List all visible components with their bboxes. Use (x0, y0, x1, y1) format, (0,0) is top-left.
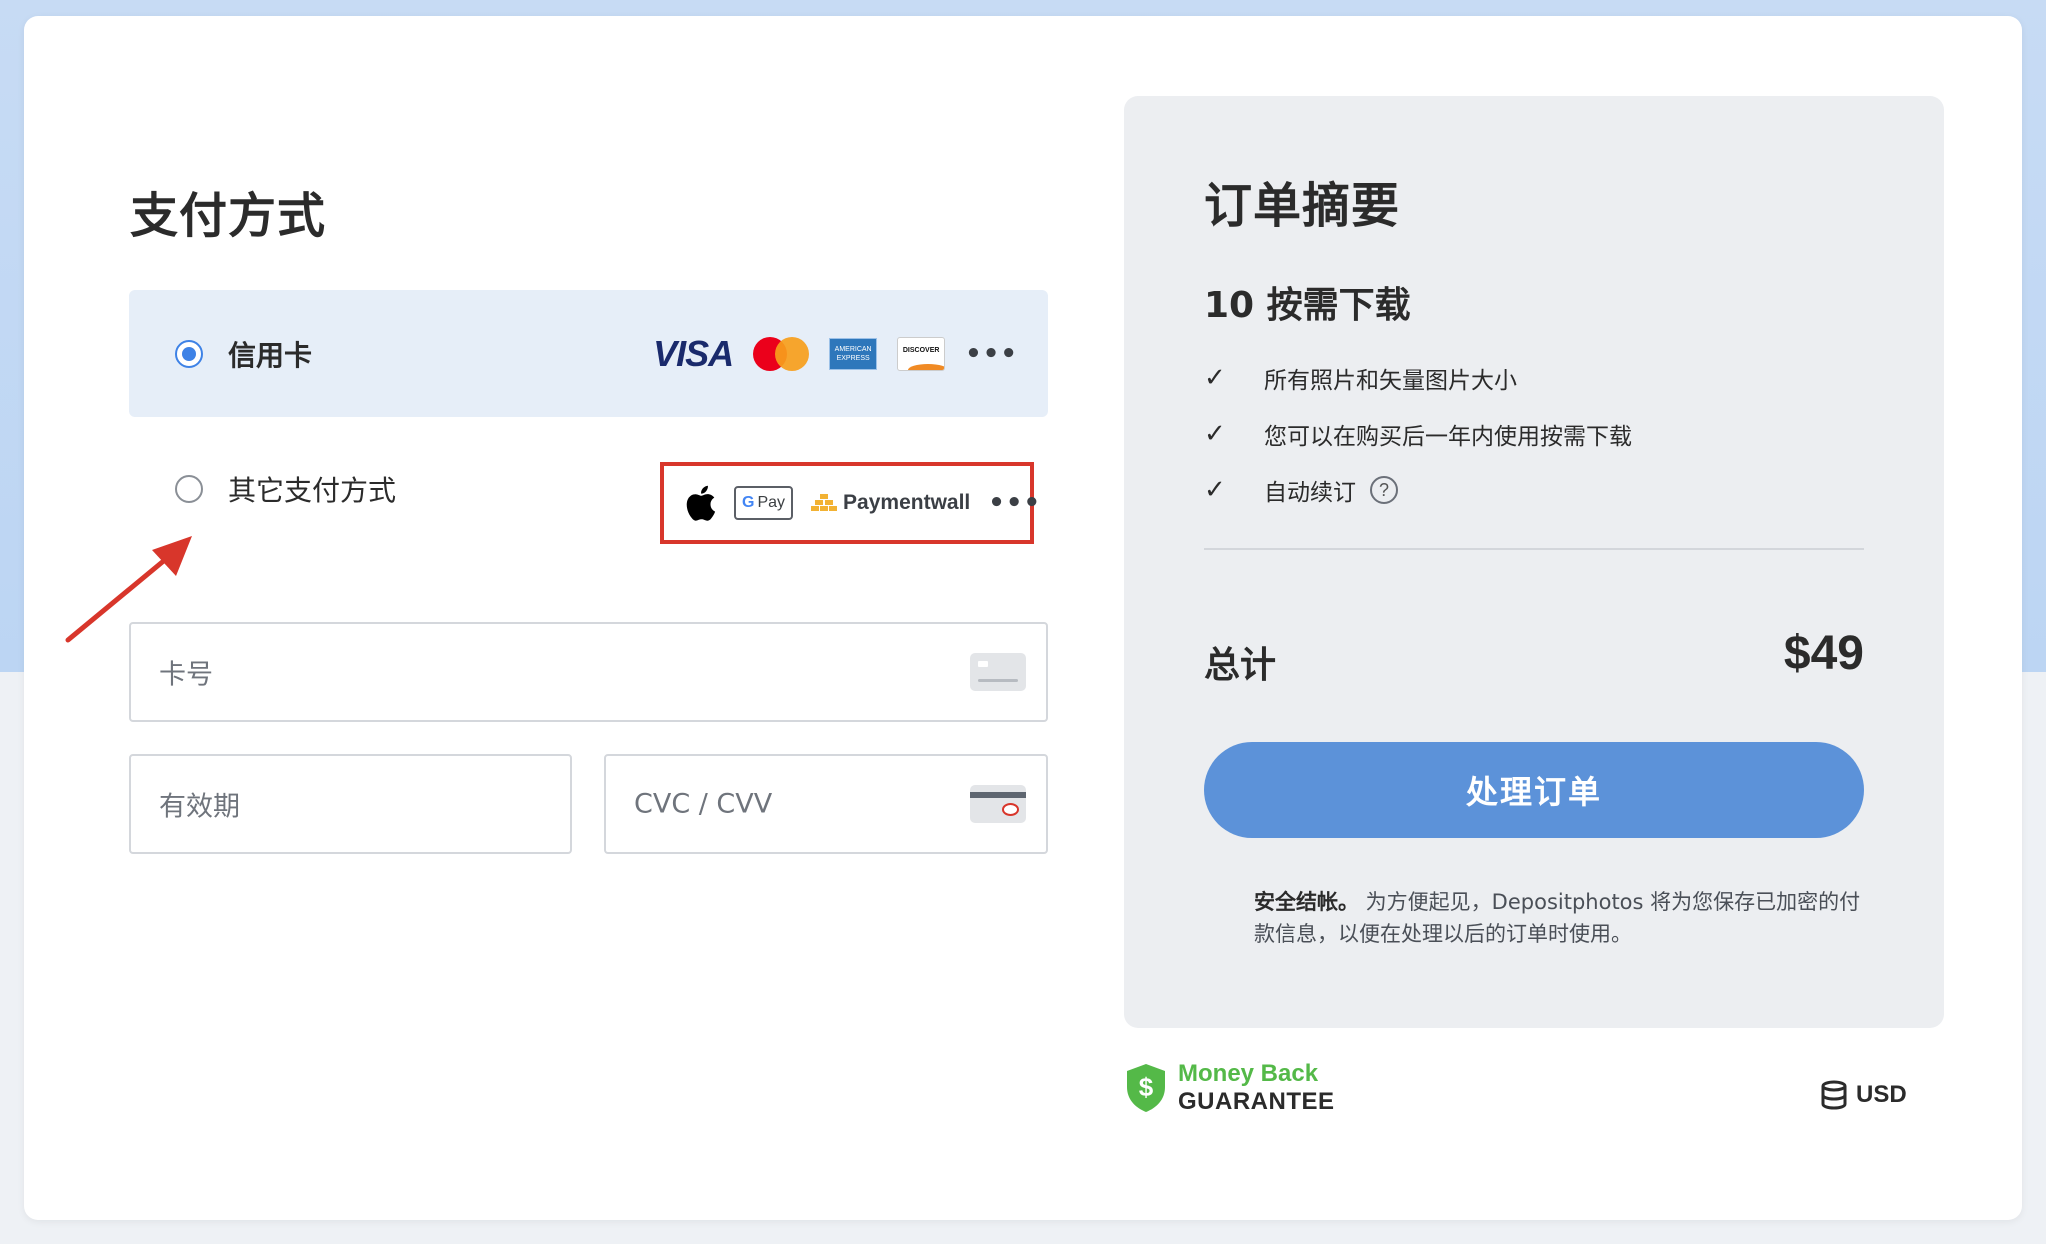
plan-name: 10 按需下载 (1204, 285, 1411, 326)
total-label: 总计 (1204, 645, 1277, 686)
card-number-placeholder: 卡号 (159, 659, 213, 691)
amex-icon: AMERICAN EXPRESS (829, 337, 878, 370)
more-alt-payments-icon[interactable]: ••• (988, 490, 1041, 516)
help-icon[interactable]: ? (1370, 476, 1398, 504)
check-icon: ✓ (1204, 363, 1226, 393)
feature-item: ✓ 您可以在购买后一年内使用按需下载 (1204, 406, 1632, 462)
order-summary-title: 订单摘要 (1204, 178, 1401, 234)
shield-symbol: $ (1139, 1072, 1154, 1102)
secure-checkout-note: 安全结帐。 为方便起见，Depositphotos 将为您保存已加密的付款信息，… (1254, 886, 1874, 950)
google-pay-icon: G Pay (734, 486, 794, 520)
paymentwall-icon: Paymentwall (811, 491, 970, 515)
more-brands-icon[interactable]: ••• (965, 341, 1018, 367)
currency-label: USD (1856, 1081, 1907, 1108)
expiry-field[interactable]: 有效期 (129, 754, 572, 854)
cvc-field[interactable]: CVC / CVV (604, 754, 1048, 854)
secure-checkout-bold: 安全结帐。 (1254, 890, 1359, 914)
feature-item: ✓ 自动续订? (1204, 462, 1632, 518)
guarantee-line1: Money Back (1178, 1060, 1319, 1087)
guarantee-text: Money Back GUARANTEE (1178, 1060, 1335, 1116)
cvc-card-icon (970, 785, 1026, 823)
credit-card-label: 信用卡 (228, 338, 313, 372)
expiry-placeholder: 有效期 (159, 791, 240, 823)
feature-text: 您可以在购买后一年内使用按需下载 (1264, 424, 1632, 450)
check-icon: ✓ (1204, 475, 1226, 505)
card-brands: VISA AMERICAN EXPRESS DISCOVER ••• (653, 333, 1018, 375)
credit-card-icon (970, 653, 1026, 691)
card-number-field[interactable]: 卡号 (129, 622, 1048, 722)
paymentwall-text: Paymentwall (843, 491, 971, 514)
gpay-text: Pay (757, 494, 786, 511)
alt-brands: G Pay Paymentwall ••• (684, 484, 1041, 522)
credit-card-radio[interactable] (175, 339, 203, 368)
check-icon: ✓ (1204, 419, 1226, 449)
apple-icon (684, 484, 716, 522)
feature-text: 所有照片和矢量图片大小 (1264, 368, 1517, 394)
currency-selector[interactable]: USD (1820, 1080, 1907, 1110)
feature-text: 自动续订 (1264, 480, 1356, 506)
feature-item: ✓ 所有照片和矢量图片大小 (1204, 350, 1632, 406)
visa-icon: VISA (653, 332, 734, 374)
total-value: $49 (1783, 627, 1864, 680)
other-payment-label: 其它支付方式 (228, 474, 397, 507)
shield-dollar-icon: $ (1127, 1064, 1165, 1112)
order-summary-panel: 订单摘要 10 按需下载 ✓ 所有照片和矢量图片大小 ✓ 您可以在购买后一年内使用按… (1124, 96, 1944, 1028)
discover-icon: DISCOVER (897, 336, 946, 371)
feature-list: ✓ 所有照片和矢量图片大小 ✓ 您可以在购买后一年内使用按需下载 ✓ 自动续订? (1204, 350, 1632, 518)
coins-icon (1821, 1080, 1847, 1110)
other-payment-radio[interactable] (175, 475, 203, 503)
cvc-placeholder: CVC / CVV (634, 788, 773, 820)
discover-text: DISCOVER (902, 347, 940, 354)
mastercard-icon (753, 336, 810, 371)
divider (1204, 548, 1864, 550)
alt-payment-highlight: G Pay Paymentwall ••• (660, 462, 1040, 544)
guarantee-line2: GUARANTEE (1178, 1088, 1335, 1115)
process-order-button[interactable]: 处理订单 (1204, 742, 1864, 838)
option-credit-card[interactable]: 信用卡 VISA AMERICAN EXPRESS DISCOVER ••• (129, 290, 1048, 417)
payment-method-title: 支付方式 (130, 188, 327, 244)
money-back-guarantee: $ Money Back GUARANTEE (1124, 1060, 1335, 1116)
